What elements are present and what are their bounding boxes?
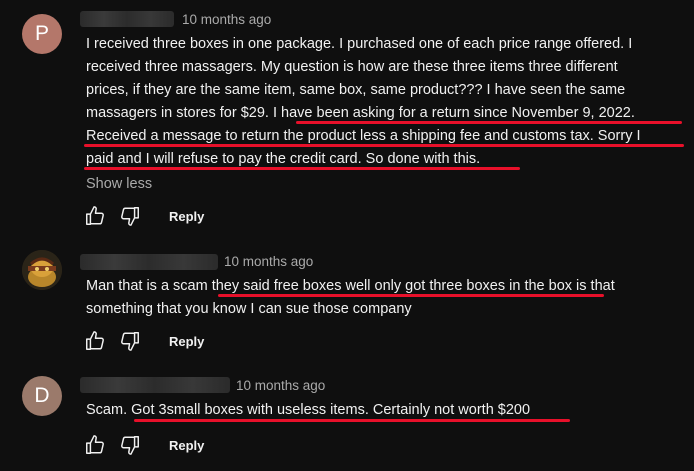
comment-text-line: I received three boxes in one package. I… xyxy=(86,36,633,52)
avatar[interactable]: D xyxy=(22,376,62,416)
comment-text-line: prices, if they are the same item, same … xyxy=(86,82,626,98)
avatar-image xyxy=(22,250,62,290)
reply-button[interactable]: Reply xyxy=(169,334,204,349)
thumbs-down-icon[interactable] xyxy=(119,330,141,352)
avatar-letter: D xyxy=(34,384,50,407)
reply-button[interactable]: Reply xyxy=(169,438,204,453)
avatar-letter: P xyxy=(34,22,49,45)
thumbs-up-icon[interactable] xyxy=(84,330,106,352)
highlight-underline xyxy=(296,121,682,124)
comment-text-line: something that you know I can sue those … xyxy=(86,301,412,317)
author-name-redacted[interactable] xyxy=(80,377,230,393)
comment-timestamp[interactable]: 10 months ago xyxy=(182,12,271,27)
comment-text-line: Scam. Got 3small boxes with useless item… xyxy=(86,402,531,418)
thumbs-down-icon[interactable] xyxy=(119,434,141,456)
reply-button[interactable]: Reply xyxy=(169,209,204,224)
comment-text-line: received three massagers. My question is… xyxy=(86,59,618,75)
author-name-redacted[interactable] xyxy=(80,11,174,27)
show-less-button[interactable]: Show less xyxy=(86,176,152,192)
highlight-underline xyxy=(84,167,520,170)
highlight-underline xyxy=(134,419,570,422)
author-name-redacted[interactable] xyxy=(80,254,218,270)
thumbs-up-icon[interactable] xyxy=(84,205,106,227)
avatar[interactable] xyxy=(22,250,62,290)
highlight-underline xyxy=(84,144,684,147)
avatar[interactable]: P xyxy=(22,14,62,54)
thumbs-down-icon[interactable] xyxy=(119,205,141,227)
highlight-underline xyxy=(218,294,604,297)
thumbs-up-icon[interactable] xyxy=(84,434,106,456)
comment-timestamp[interactable]: 10 months ago xyxy=(236,378,325,393)
comment-timestamp[interactable]: 10 months ago xyxy=(224,254,313,269)
